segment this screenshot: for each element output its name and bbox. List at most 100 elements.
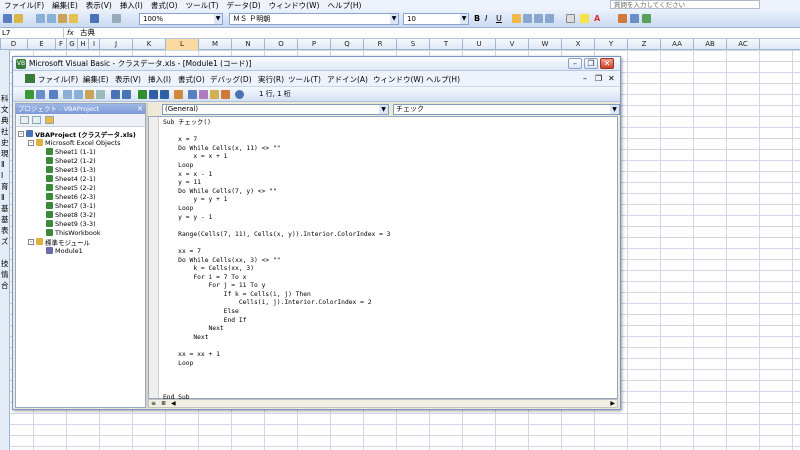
collapse-icon[interactable]: - bbox=[28, 238, 34, 245]
save-icon[interactable] bbox=[3, 14, 12, 23]
cut-icon[interactable] bbox=[36, 14, 45, 23]
tree-item[interactable]: Sheet8 (3-2) bbox=[16, 210, 145, 219]
vba-editor-icon[interactable] bbox=[618, 14, 627, 23]
insert-module-icon[interactable] bbox=[36, 90, 45, 99]
vbe-menu-addins[interactable]: アドイン(A) bbox=[327, 74, 368, 85]
cell-text[interactable]: 典 bbox=[1, 116, 9, 125]
column-header[interactable]: U bbox=[463, 39, 496, 50]
vbe-menu-debug[interactable]: デバッグ(D) bbox=[210, 74, 252, 85]
undo-icon[interactable] bbox=[90, 14, 99, 23]
column-header[interactable]: M bbox=[199, 39, 232, 50]
tree-item[interactable]: - Microsoft Excel Objects bbox=[16, 138, 145, 147]
excel-menu-data[interactable]: データ(D) bbox=[223, 0, 265, 11]
column-header[interactable]: D bbox=[0, 39, 28, 50]
font-name-select[interactable]: ＭＳ Ｐ明朝 ▼ bbox=[229, 13, 399, 25]
tree-item[interactable]: Sheet6 (2-3) bbox=[16, 192, 145, 201]
merge-center-icon[interactable] bbox=[545, 14, 554, 23]
name-box[interactable]: L7 bbox=[0, 28, 64, 39]
column-header[interactable]: N bbox=[232, 39, 265, 50]
column-header[interactable]: AB bbox=[694, 39, 727, 50]
restore-button[interactable]: ❐ bbox=[584, 58, 598, 69]
vbe-menu-edit[interactable]: 編集(E) bbox=[83, 74, 109, 85]
tree-item[interactable]: Sheet7 (3-1) bbox=[16, 201, 145, 210]
vbe-menu-file[interactable]: ファイル(F) bbox=[38, 74, 78, 85]
column-header[interactable]: E bbox=[28, 39, 56, 50]
tree-item[interactable]: Sheet1 (1-1) bbox=[16, 147, 145, 156]
view-code-button[interactable] bbox=[20, 116, 29, 124]
vbe-menu-window[interactable]: ウィンドウ(W) bbox=[373, 74, 424, 85]
column-header[interactable]: O bbox=[265, 39, 298, 50]
tree-item[interactable]: Sheet4 (2-1) bbox=[16, 174, 145, 183]
cell-text[interactable]: 基 bbox=[1, 204, 9, 213]
pause-icon[interactable] bbox=[149, 90, 158, 99]
column-header[interactable]: W bbox=[529, 39, 562, 50]
excel-menu-format[interactable]: 書式(O) bbox=[147, 0, 182, 11]
mdi-close-icon[interactable]: ✕ bbox=[608, 74, 615, 83]
column-header[interactable]: H bbox=[78, 39, 89, 50]
column-header[interactable]: S bbox=[397, 39, 430, 50]
collapse-icon[interactable]: - bbox=[18, 130, 24, 137]
align-center-icon[interactable] bbox=[523, 14, 532, 23]
paste-icon[interactable] bbox=[58, 14, 67, 23]
excel-menu-edit[interactable]: 編集(E) bbox=[48, 0, 82, 11]
font-color-icon[interactable]: A bbox=[594, 14, 603, 23]
cut-icon[interactable] bbox=[63, 90, 72, 99]
borders-icon[interactable] bbox=[566, 14, 575, 23]
copy-icon[interactable] bbox=[47, 14, 56, 23]
help-icon[interactable] bbox=[235, 90, 244, 99]
run-icon[interactable] bbox=[138, 90, 147, 99]
cell-text[interactable]: 社 bbox=[1, 127, 9, 136]
column-header[interactable]: I bbox=[89, 39, 100, 50]
font-size-select[interactable]: 10 ▼ bbox=[403, 13, 469, 25]
tree-item[interactable]: Sheet2 (1-2) bbox=[16, 156, 145, 165]
redo-icon[interactable] bbox=[112, 14, 121, 23]
code-editor[interactable]: Sub チェック() x = 7 Do While Cells(x, 11) <… bbox=[148, 116, 618, 401]
view-object-button[interactable] bbox=[32, 116, 41, 124]
cell-text[interactable]: 育 bbox=[1, 182, 9, 191]
cell-text[interactable]: Ⅱ bbox=[1, 160, 5, 169]
vbe-menu-tools[interactable]: ツール(T) bbox=[288, 74, 321, 85]
cell-text[interactable]: 表 bbox=[1, 226, 9, 235]
procedure-view-icon[interactable]: ≡ bbox=[151, 400, 156, 407]
column-header[interactable]: J bbox=[100, 39, 133, 50]
procedure-combo[interactable]: チェック ▼ bbox=[393, 104, 620, 115]
cell-text[interactable]: 史 bbox=[1, 138, 9, 147]
vbe-menu-insert[interactable]: 挿入(I) bbox=[148, 74, 171, 85]
format-painter-icon[interactable] bbox=[69, 14, 78, 23]
mdi-minimize-icon[interactable]: – bbox=[583, 74, 587, 83]
cell-text[interactable]: ズ bbox=[1, 237, 9, 246]
collapse-icon[interactable]: - bbox=[28, 139, 34, 146]
tree-item[interactable]: Sheet5 (2-2) bbox=[16, 183, 145, 192]
column-header[interactable]: F bbox=[56, 39, 67, 50]
design-mode-icon[interactable] bbox=[174, 90, 183, 99]
align-right-icon[interactable] bbox=[534, 14, 543, 23]
scroll-right-icon[interactable]: ▶ bbox=[610, 400, 615, 407]
design-mode-icon[interactable] bbox=[630, 14, 639, 23]
column-header[interactable]: AC bbox=[727, 39, 760, 50]
formula-input[interactable]: 古典 bbox=[80, 28, 95, 38]
excel-menu-tools[interactable]: ツール(T) bbox=[182, 0, 223, 11]
object-browser-icon[interactable] bbox=[210, 90, 219, 99]
mdi-restore-icon[interactable]: ❐ bbox=[595, 74, 602, 83]
italic-icon[interactable]: I bbox=[485, 14, 494, 23]
object-combo[interactable]: (General) ▼ bbox=[162, 104, 389, 115]
column-header[interactable]: T bbox=[430, 39, 463, 50]
view-excel-icon[interactable] bbox=[25, 90, 34, 99]
column-header[interactable]: P bbox=[298, 39, 331, 50]
scroll-left-icon[interactable]: ◀ bbox=[171, 400, 176, 407]
undo-icon[interactable] bbox=[111, 90, 120, 99]
open-icon[interactable] bbox=[14, 14, 23, 23]
bold-icon[interactable]: B bbox=[474, 14, 483, 23]
redo-icon[interactable] bbox=[122, 90, 131, 99]
zoom-select[interactable]: 100% ▼ bbox=[139, 13, 223, 25]
reset-icon[interactable] bbox=[160, 90, 169, 99]
cell-text[interactable]: Ⅱ bbox=[1, 193, 5, 202]
excel-help-search[interactable]: 質問を入力してください bbox=[610, 0, 760, 9]
minimize-button[interactable]: – bbox=[568, 58, 582, 69]
properties-icon[interactable] bbox=[199, 90, 208, 99]
vbe-titlebar[interactable]: VB Microsoft Visual Basic - クラスデータ.xls -… bbox=[13, 57, 620, 71]
control-toolbox-icon[interactable] bbox=[642, 14, 651, 23]
cell-text[interactable]: 技 bbox=[1, 259, 9, 268]
code-margin[interactable] bbox=[149, 117, 159, 398]
close-button[interactable]: ✕ bbox=[600, 58, 614, 69]
